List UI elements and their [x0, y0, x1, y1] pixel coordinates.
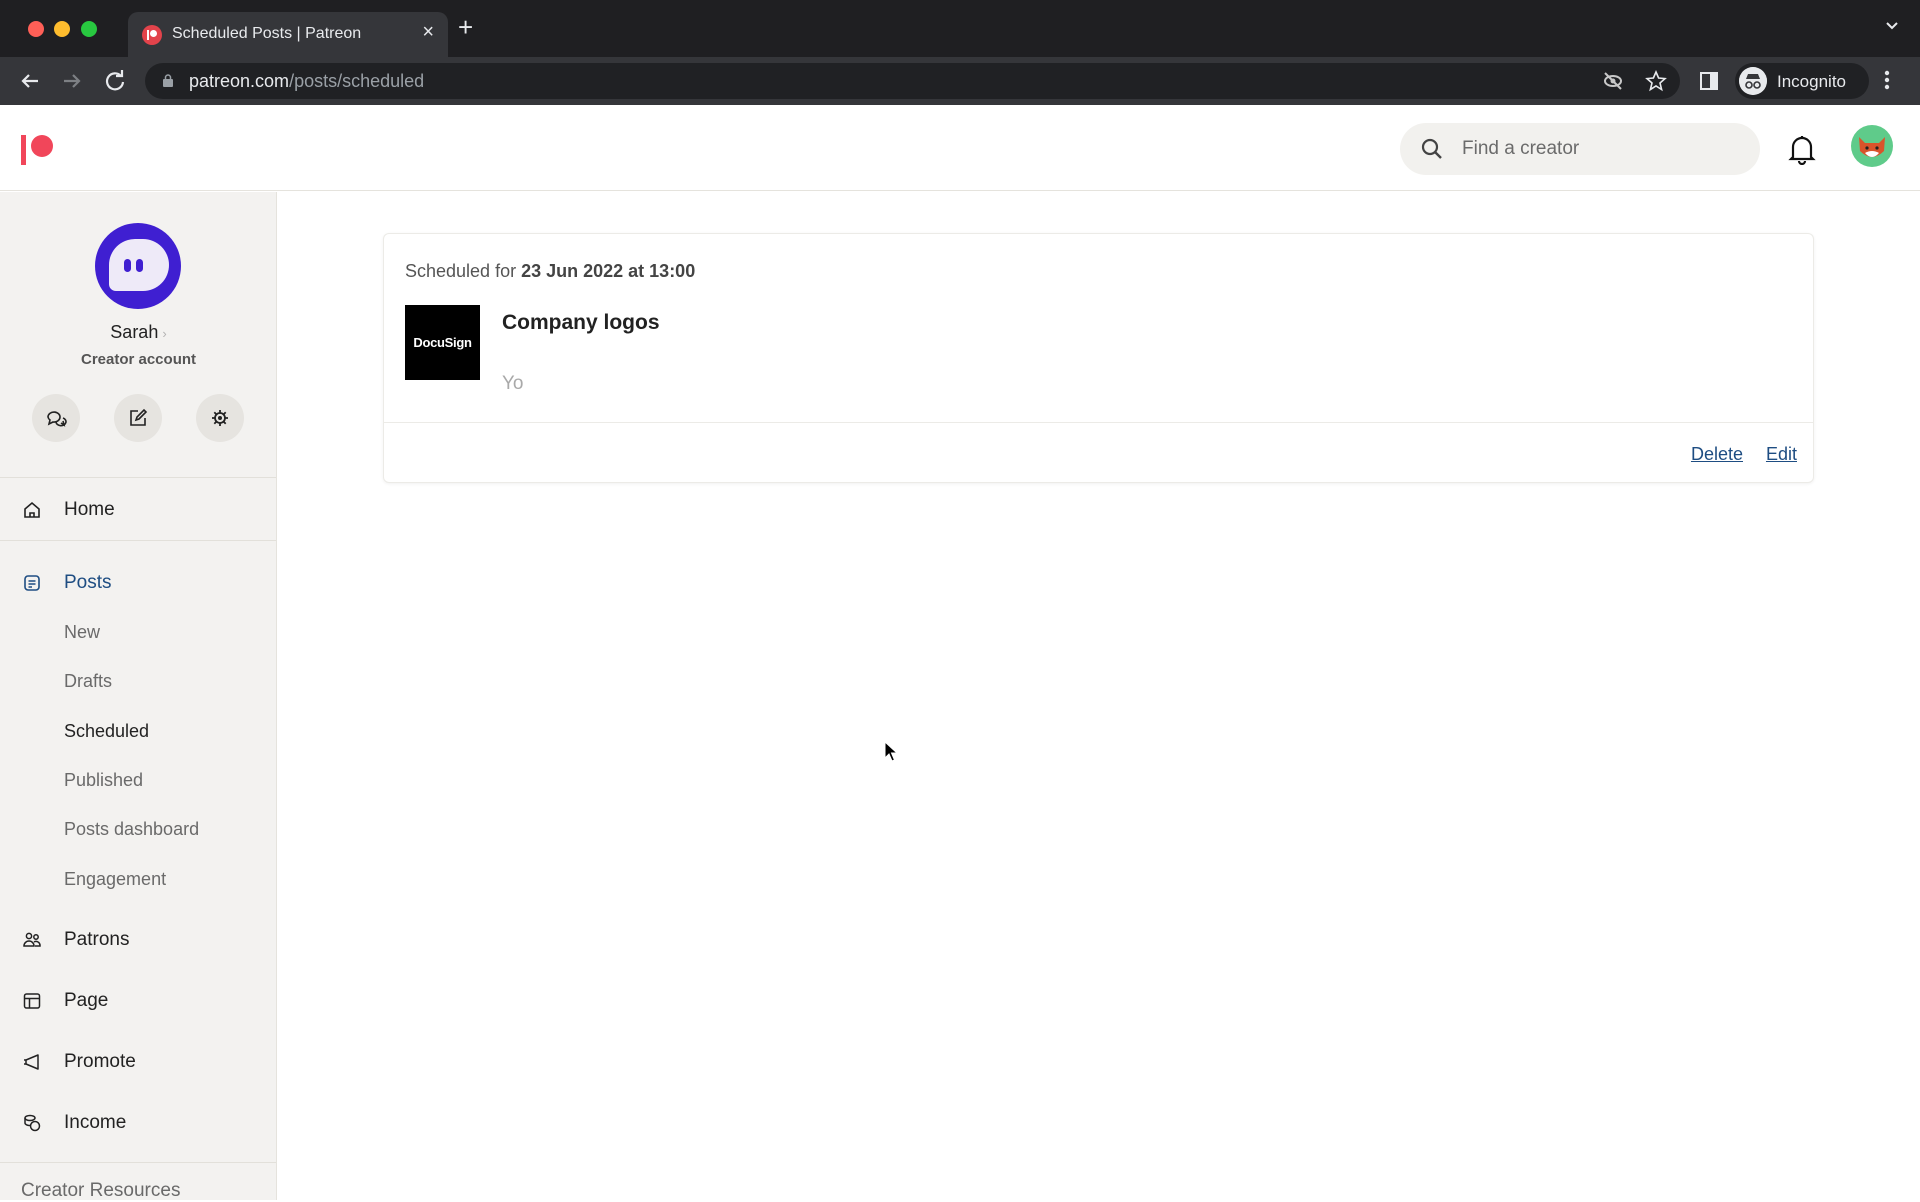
nav-label: Home — [64, 499, 115, 520]
incognito-icon — [1739, 67, 1767, 95]
patreon-favicon-icon — [142, 25, 162, 45]
sidebar-item-patrons[interactable]: Patrons — [0, 920, 276, 960]
ghost-avatar-icon — [109, 239, 169, 291]
profile-name: Sarah — [110, 322, 159, 342]
post-thumbnail[interactable]: DocuSign — [405, 305, 480, 380]
lock-icon — [163, 74, 173, 87]
patreon-logo[interactable] — [20, 133, 56, 165]
new-post-button[interactable] — [114, 394, 162, 442]
post-title[interactable]: Company logos — [502, 311, 660, 335]
nav-label: Posts — [64, 572, 112, 593]
nav-label: Promote — [64, 1051, 136, 1072]
scheduled-date: Scheduled for 23 Jun 2022 at 13:00 — [405, 261, 695, 282]
tab-title: Scheduled Posts | Patreon — [172, 25, 362, 42]
notifications-bell-icon[interactable] — [1788, 133, 1816, 165]
nav-label: Income — [64, 1112, 127, 1133]
creator-resources-link[interactable]: Creator Resources — [21, 1180, 180, 1202]
coins-icon — [24, 1114, 41, 1132]
url-host: patreon.com — [189, 71, 290, 91]
sidebar-subitem-drafts[interactable]: Drafts — [64, 671, 112, 692]
nav-label: Patrons — [64, 929, 130, 950]
scheduled-prefix: Scheduled for — [405, 261, 517, 281]
edit-icon — [130, 408, 148, 426]
fox-avatar-icon — [1859, 137, 1885, 157]
more-icon[interactable] — [1884, 69, 1890, 91]
sidebar-item-posts[interactable]: Posts — [0, 563, 276, 603]
home-icon — [24, 501, 40, 518]
address-bar[interactable]: patreon.com/posts/scheduled — [145, 63, 1680, 99]
close-window-button[interactable] — [28, 21, 44, 37]
url-text: patreon.com/posts/scheduled — [189, 71, 424, 92]
scheduled-post-card: Scheduled for 23 Jun 2022 at 13:00 DocuS… — [383, 233, 1814, 483]
tab-search-chevron-icon[interactable] — [1886, 20, 1898, 32]
reload-icon[interactable] — [101, 67, 129, 95]
forward-icon[interactable] — [58, 67, 86, 95]
megaphone-icon — [24, 1054, 39, 1070]
profile-role: Creator account — [80, 351, 197, 368]
browser-tab[interactable]: Scheduled Posts | Patreon × — [128, 12, 448, 57]
url-path: /posts/scheduled — [289, 71, 425, 91]
card-divider — [384, 422, 1813, 423]
search-input[interactable] — [1462, 123, 1742, 175]
ghost-eye — [124, 259, 131, 272]
gear-icon — [212, 410, 228, 426]
tab-close-icon[interactable]: × — [422, 21, 434, 44]
sidebar-subitem-published[interactable]: Published — [64, 770, 143, 791]
search-icon — [1421, 138, 1442, 159]
thumbnail-text: DocuSign — [413, 335, 472, 350]
user-avatar[interactable] — [1851, 125, 1893, 167]
app-header — [0, 105, 1920, 191]
sidebar-divider — [0, 540, 276, 541]
back-icon[interactable] — [16, 67, 44, 95]
nav-label: Page — [64, 990, 109, 1011]
maximize-window-button[interactable] — [81, 21, 97, 37]
logo-bar — [21, 135, 26, 165]
ghost-eye — [136, 259, 143, 272]
sidebar-subitem-new[interactable]: New — [64, 622, 100, 643]
new-tab-icon[interactable]: + — [458, 14, 473, 40]
incognito-label: Incognito — [1777, 72, 1846, 91]
browser-chrome: Scheduled Posts | Patreon × + patreon.co… — [0, 0, 1920, 105]
sidebar-item-page[interactable]: Page — [0, 981, 276, 1021]
page-icon — [23, 993, 41, 1009]
chevron-right-icon: › — [162, 326, 167, 341]
mouse-cursor-icon — [884, 741, 898, 762]
tracking-off-icon[interactable] — [1602, 70, 1624, 92]
messages-button[interactable] — [32, 394, 80, 442]
chat-bubbles-icon — [47, 411, 67, 427]
sidebar: Sarah › Creator account Home Posts New Dr… — [0, 192, 277, 1202]
sidebar-subitem-scheduled[interactable]: Scheduled — [64, 721, 149, 742]
sidebar-subitem-engagement[interactable]: Engagement — [64, 869, 166, 890]
patrons-icon — [23, 932, 41, 947]
edit-button[interactable]: Edit — [1766, 444, 1797, 465]
posts-icon — [24, 575, 40, 591]
post-excerpt: Yo — [502, 373, 524, 394]
scheduled-datetime: 23 Jun 2022 at 13:00 — [521, 261, 696, 281]
star-icon[interactable] — [1645, 70, 1667, 92]
sidebar-item-home[interactable]: Home — [0, 490, 276, 530]
profile-avatar[interactable] — [95, 223, 181, 309]
creator-search[interactable] — [1400, 123, 1760, 175]
logo-dot — [31, 135, 53, 157]
profile-name-link[interactable]: Sarah › — [0, 322, 277, 343]
sidebar-divider — [0, 1162, 276, 1163]
side-panel-icon[interactable] — [1698, 70, 1720, 92]
browser-toolbar: patreon.com/posts/scheduled Incognito — [0, 57, 1920, 105]
incognito-profile-button[interactable]: Incognito — [1735, 63, 1869, 99]
delete-button[interactable]: Delete — [1691, 444, 1743, 465]
sidebar-divider — [0, 477, 276, 478]
sidebar-item-income[interactable]: Income — [0, 1103, 276, 1143]
tab-strip: Scheduled Posts | Patreon × + — [0, 0, 1920, 57]
sidebar-subitem-posts-dashboard[interactable]: Posts dashboard — [64, 819, 199, 840]
settings-button[interactable] — [196, 394, 244, 442]
sidebar-item-promote[interactable]: Promote — [0, 1042, 276, 1082]
minimize-window-button[interactable] — [54, 21, 70, 37]
